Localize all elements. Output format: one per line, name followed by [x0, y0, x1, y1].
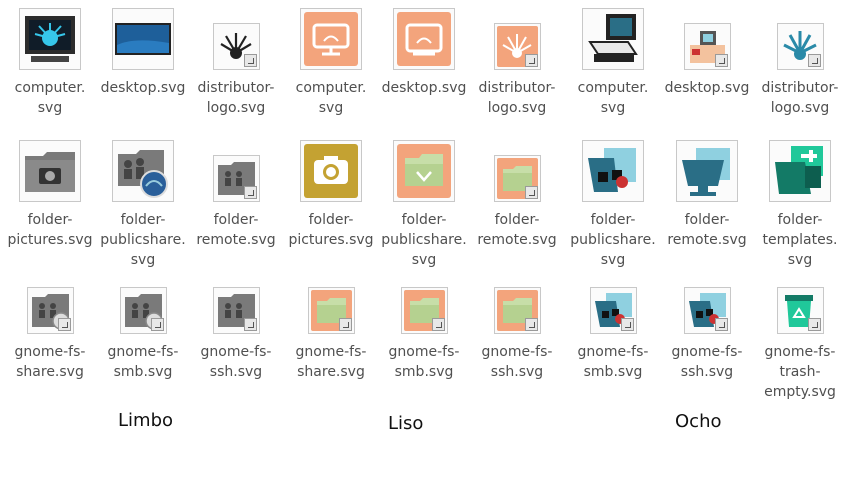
file-item[interactable]: gnome-fs-ssh.svg — [190, 272, 282, 382]
file-name: gnome-fs-ssh.svg — [671, 344, 743, 380]
liso-folder-remote-icon — [493, 155, 541, 202]
symlink-emblem-icon — [57, 318, 71, 331]
limbo-distributor-logo-icon — [212, 23, 260, 70]
limbo-desktop-icon — [112, 8, 174, 70]
symlink-emblem-icon — [243, 54, 257, 67]
file-item[interactable]: gnome-fs-trash-empty.svg — [754, 272, 846, 402]
ocho-gnome-fs-trash-empty-icon — [776, 287, 824, 334]
file-name: gnome-fs-ssh.svg — [481, 344, 553, 380]
limbo-gnome-fs-share-icon — [26, 287, 74, 334]
file-name: computer. svg — [577, 80, 649, 116]
file-item[interactable]: gnome-fs-smb.svg — [378, 272, 470, 382]
group-label-limbo: Limbo — [118, 410, 174, 431]
file-name: folder-pictures.svg — [7, 212, 93, 248]
liso-folder-pictures-icon — [300, 140, 362, 202]
file-name: gnome-fs-share.svg — [14, 344, 86, 380]
symlink-emblem-icon — [524, 186, 538, 199]
file-name: distributor-logo.svg — [197, 80, 275, 116]
file-name: desktop.svg — [664, 80, 750, 96]
file-item[interactable]: gnome-fs-smb.svg — [567, 272, 659, 382]
file-item[interactable]: folder-remote.svg — [661, 140, 753, 250]
file-name: folder-pictures.svg — [288, 212, 374, 248]
file-item[interactable]: gnome-fs-smb.svg — [97, 272, 189, 382]
ocho-folder-templates-icon — [769, 140, 831, 202]
file-name: distributor-logo.svg — [478, 80, 556, 116]
file-item[interactable]: folder-pictures.svg — [4, 140, 96, 250]
file-name: gnome-fs-trash-empty.svg — [764, 344, 836, 400]
file-item[interactable]: computer. svg — [4, 8, 96, 118]
limbo-gnome-fs-smb-icon — [119, 287, 167, 334]
ocho-folder-publicshare-icon — [582, 140, 644, 202]
ocho-computer-icon — [582, 8, 644, 70]
symlink-emblem-icon — [431, 318, 445, 331]
liso-distributor-logo-icon — [493, 23, 541, 70]
file-item[interactable]: folder-publicshare. svg — [567, 140, 659, 270]
file-name: gnome-fs-smb.svg — [388, 344, 460, 380]
limbo-computer-icon — [19, 8, 81, 70]
symlink-emblem-icon — [807, 318, 821, 331]
file-item[interactable]: folder-templates. svg — [754, 140, 846, 270]
symlink-emblem-icon — [243, 186, 257, 199]
file-item[interactable]: folder-publicshare. svg — [97, 140, 189, 270]
symlink-emblem-icon — [338, 318, 352, 331]
group-label-liso: Liso — [388, 413, 424, 434]
liso-computer-icon — [300, 8, 362, 70]
file-name: distributor-logo.svg — [761, 80, 839, 116]
limbo-folder-remote-icon — [212, 155, 260, 202]
symlink-emblem-icon — [714, 54, 728, 67]
file-item[interactable]: distributor-logo.svg — [754, 8, 846, 118]
ocho-gnome-fs-ssh-icon — [683, 287, 731, 334]
file-name: desktop.svg — [100, 80, 186, 96]
symlink-emblem-icon — [243, 318, 257, 331]
limbo-gnome-fs-ssh-icon — [212, 287, 260, 334]
file-name: gnome-fs-ssh.svg — [200, 344, 272, 380]
group-label-ocho: Ocho — [675, 411, 722, 432]
file-item[interactable]: computer. svg — [567, 8, 659, 118]
file-item[interactable]: desktop.svg — [97, 8, 189, 98]
file-item[interactable]: desktop.svg — [378, 8, 470, 98]
file-name: folder-publicshare. svg — [570, 212, 656, 268]
file-name: folder-remote.svg — [477, 212, 557, 248]
liso-gnome-fs-ssh-icon — [493, 287, 541, 334]
file-name: computer. svg — [14, 80, 86, 116]
file-name: computer. svg — [295, 80, 367, 116]
file-item[interactable]: computer. svg — [285, 8, 377, 118]
liso-gnome-fs-smb-icon — [400, 287, 448, 334]
file-name: folder-publicshare. svg — [100, 212, 186, 268]
file-item[interactable]: gnome-fs-ssh.svg — [471, 272, 563, 382]
liso-gnome-fs-share-icon — [307, 287, 355, 334]
symlink-emblem-icon — [524, 318, 538, 331]
file-item[interactable]: distributor-logo.svg — [190, 8, 282, 118]
file-item[interactable]: distributor-logo.svg — [471, 8, 563, 118]
liso-folder-publicshare-icon — [393, 140, 455, 202]
ocho-folder-remote-icon — [676, 140, 738, 202]
file-item[interactable]: folder-remote.svg — [471, 140, 563, 250]
file-name: desktop.svg — [381, 80, 467, 96]
file-name: gnome-fs-share.svg — [295, 344, 367, 380]
ocho-desktop-icon — [683, 23, 731, 70]
file-name: folder-templates. svg — [762, 212, 838, 268]
file-item[interactable]: folder-pictures.svg — [285, 140, 377, 250]
file-item[interactable]: gnome-fs-ssh.svg — [661, 272, 753, 382]
file-name: gnome-fs-smb.svg — [577, 344, 649, 380]
file-item[interactable]: folder-remote.svg — [190, 140, 282, 250]
file-item[interactable]: desktop.svg — [661, 8, 753, 98]
symlink-emblem-icon — [524, 54, 538, 67]
file-name: gnome-fs-smb.svg — [107, 344, 179, 380]
symlink-emblem-icon — [620, 318, 634, 331]
limbo-folder-publicshare-icon — [112, 140, 174, 202]
ocho-distributor-logo-icon — [776, 23, 824, 70]
file-name: folder-remote.svg — [196, 212, 276, 248]
file-item[interactable]: gnome-fs-share.svg — [4, 272, 96, 382]
symlink-emblem-icon — [150, 318, 164, 331]
file-name: folder-remote.svg — [667, 212, 747, 248]
file-name: folder-publicshare. svg — [381, 212, 467, 268]
symlink-emblem-icon — [714, 318, 728, 331]
limbo-folder-pictures-icon — [19, 140, 81, 202]
liso-desktop-icon — [393, 8, 455, 70]
symlink-emblem-icon — [807, 54, 821, 67]
file-item[interactable]: gnome-fs-share.svg — [285, 272, 377, 382]
file-item[interactable]: folder-publicshare. svg — [378, 140, 470, 270]
ocho-gnome-fs-smb-icon — [589, 287, 637, 334]
